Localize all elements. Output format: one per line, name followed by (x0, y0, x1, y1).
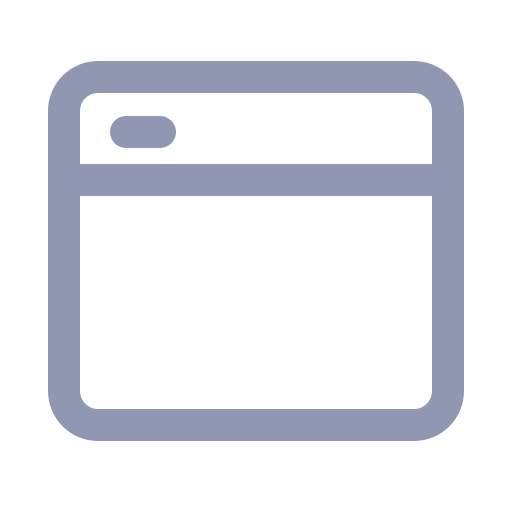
browser-window-icon (48, 61, 464, 441)
icon-canvas (0, 0, 512, 512)
title-bar-pill (110, 116, 176, 148)
